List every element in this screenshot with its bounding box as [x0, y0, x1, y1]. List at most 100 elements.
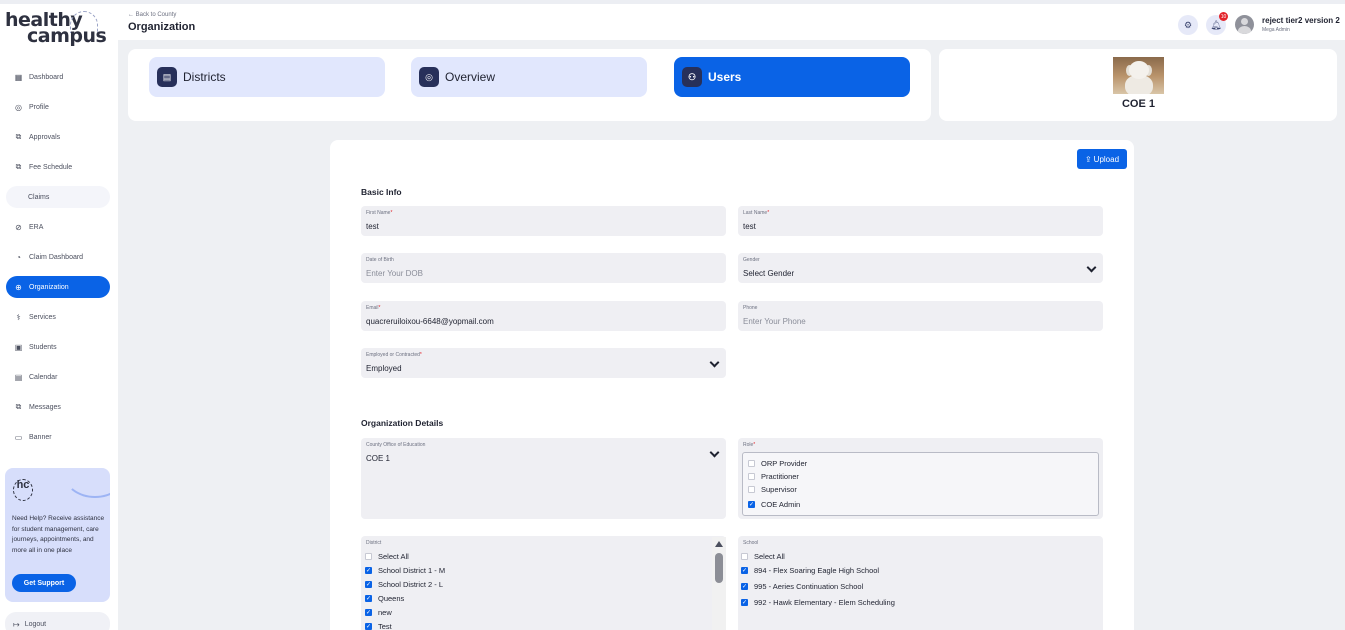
field-label: County Office of Education	[366, 442, 426, 448]
sidebar-item-era[interactable]: ⊘ ERA	[6, 216, 110, 238]
overview-icon: ◎	[419, 67, 439, 87]
district-option-label: School District 1 - M	[378, 566, 446, 575]
district-option[interactable]: ✓ School District 1 - M	[365, 566, 445, 575]
role-option-coe-admin[interactable]: ✓ COE Admin	[748, 500, 800, 509]
checkbox-checked[interactable]: ✓	[365, 567, 372, 574]
logo-arc	[70, 11, 98, 33]
banner-icon: ▭	[14, 432, 23, 442]
sidebar-item-calendar[interactable]: ▤ Calendar	[6, 366, 110, 388]
checkbox[interactable]	[741, 553, 748, 560]
district-option-label: Queens	[378, 594, 405, 603]
logout-button[interactable]: ↦ Logout	[5, 612, 110, 630]
scrollbar-thumb[interactable]	[715, 553, 723, 583]
profile-icon: ◎	[15, 102, 22, 112]
back-to-county-link[interactable]: ← Back to County	[128, 12, 176, 18]
tab-users[interactable]: ⚇ Users	[674, 57, 910, 97]
sidebar-item-claims[interactable]: Claims	[6, 186, 110, 208]
checkbox-checked[interactable]: ✓	[365, 623, 372, 630]
sidebar-item-label: Services	[29, 313, 56, 321]
notifications-button[interactable]: 🔔︎ 10	[1206, 12, 1228, 35]
sidebar-item-organization[interactable]: ⊕ Organization	[6, 276, 110, 298]
phone-field[interactable]: Phone Enter Your Phone	[738, 301, 1103, 331]
sidebar-item-fee-schedule[interactable]: ⧉ Fee Schedule	[6, 156, 110, 178]
user-name[interactable]: reject tier2 version 2	[1262, 16, 1340, 25]
get-support-button[interactable]: Get Support	[12, 574, 76, 592]
chevron-down-icon	[709, 447, 720, 458]
sidebar-item-services[interactable]: ⚕ Services	[6, 306, 110, 328]
role-option-orp-provider[interactable]: ORP Provider	[748, 459, 807, 468]
sidebar-item-approvals[interactable]: ⧉ Approvals	[6, 126, 110, 148]
sidebar-item-banner[interactable]: ▭ Banner	[6, 426, 110, 448]
messages-icon: ⧉	[15, 402, 22, 411]
first-name-field[interactable]: First Name* test	[361, 206, 726, 236]
checkbox-checked[interactable]: ✓	[741, 583, 748, 590]
employed-select[interactable]: Employed or Contracted* Employed	[361, 348, 726, 378]
district-option-label: Test	[378, 622, 392, 630]
email-field[interactable]: Email* quacreruiloixou-6648@yopmail.com	[361, 301, 726, 331]
last-name-field[interactable]: Last Name* test	[738, 206, 1103, 236]
checkbox-checked[interactable]: ✓	[365, 581, 372, 588]
field-label: School	[743, 540, 759, 546]
checkbox[interactable]	[365, 553, 372, 560]
scroll-up-arrow-icon[interactable]	[715, 541, 723, 547]
gender-value: Select Gender	[743, 269, 795, 278]
notification-badge: 10	[1219, 12, 1228, 21]
checkbox[interactable]	[748, 460, 755, 467]
school-option[interactable]: ✓ 894 - Flex Soaring Eagle High School	[741, 566, 879, 575]
hc-logo-icon: hc	[13, 479, 33, 501]
role-option-label: Practitioner	[761, 472, 799, 481]
district-option[interactable]: ✓ School District 2 - L	[365, 580, 443, 589]
school-option[interactable]: ✓ 992 - Hawk Elementary - Elem Scheduling	[741, 598, 895, 607]
gender-select[interactable]: Gender Select Gender	[738, 253, 1103, 283]
dob-field[interactable]: Date of Birth Enter Your DOB	[361, 253, 726, 283]
logout-icon: ↦	[13, 619, 20, 629]
checkbox-checked[interactable]: ✓	[748, 501, 755, 508]
sidebar-item-label: Claim Dashboard	[29, 253, 84, 261]
page-title: Organization	[128, 21, 196, 33]
district-option[interactable]: ✓ Test	[365, 622, 392, 630]
role-option-supervisor[interactable]: Supervisor	[748, 485, 797, 494]
role-option-label: COE Admin	[761, 500, 801, 509]
sidebar-item-claim-dashboard[interactable]: ◔ Claim Dashboard	[6, 246, 110, 268]
school-option-label: 995 - Aeries Continuation School	[754, 582, 864, 591]
sidebar-item-label: Students	[29, 343, 57, 351]
district-scrollbar[interactable]	[712, 537, 726, 630]
school-option-select-all[interactable]: Select All	[741, 552, 785, 561]
sidebar-item-profile[interactable]: ◎ Profile	[6, 96, 110, 118]
role-option-practitioner[interactable]: Practitioner	[748, 472, 799, 481]
checkbox[interactable]	[748, 473, 755, 480]
school-option[interactable]: ✓ 995 - Aeries Continuation School	[741, 582, 863, 591]
field-label: First Name*	[366, 210, 393, 216]
school-option-label: Select All	[754, 552, 785, 561]
settings-button[interactable]: ⚙	[1178, 15, 1198, 35]
role-listbox[interactable]: ORP Provider Practitioner Supervisor ✓ CO…	[742, 452, 1099, 516]
chevron-down-icon	[709, 357, 720, 368]
sidebar-item-label: Approvals	[29, 133, 61, 141]
checkbox-checked[interactable]: ✓	[741, 567, 748, 574]
sidebar-item-label: Calendar	[29, 373, 58, 381]
upload-icon: ⇪	[1084, 154, 1092, 164]
basic-info-title: Basic Info	[361, 187, 402, 197]
sidebar-item-label: Messages	[29, 403, 61, 411]
checkbox-checked[interactable]: ✓	[741, 599, 748, 606]
checkbox-checked[interactable]: ✓	[365, 595, 372, 602]
logout-label: Logout	[24, 620, 47, 628]
calendar-icon: ▤	[157, 67, 177, 87]
sidebar-item-students[interactable]: ▣ Students	[6, 336, 110, 358]
district-option[interactable]: ✓ new	[365, 608, 392, 617]
avatar[interactable]	[1235, 15, 1254, 34]
users-icon: ⚇	[682, 67, 702, 87]
field-label: Last Name*	[743, 210, 770, 216]
tab-districts[interactable]: ▤ Districts	[149, 57, 385, 97]
sidebar-item-messages[interactable]: ⧉ Messages	[6, 396, 110, 418]
checkbox-checked[interactable]: ✓	[365, 609, 372, 616]
upload-button[interactable]: ⇪ Upload	[1077, 149, 1127, 169]
district-option-select-all[interactable]: Select All	[365, 552, 409, 561]
sidebar-item-dashboard[interactable]: ▦ Dashboard	[6, 66, 110, 88]
coe-select[interactable]: County Office of Education COE 1	[361, 438, 726, 519]
tab-overview[interactable]: ◎ Overview	[411, 57, 647, 97]
coe-value: COE 1	[366, 454, 391, 463]
checkbox[interactable]	[748, 486, 755, 493]
tab-label: Users	[708, 70, 742, 84]
district-option[interactable]: ✓ Queens	[365, 594, 404, 603]
